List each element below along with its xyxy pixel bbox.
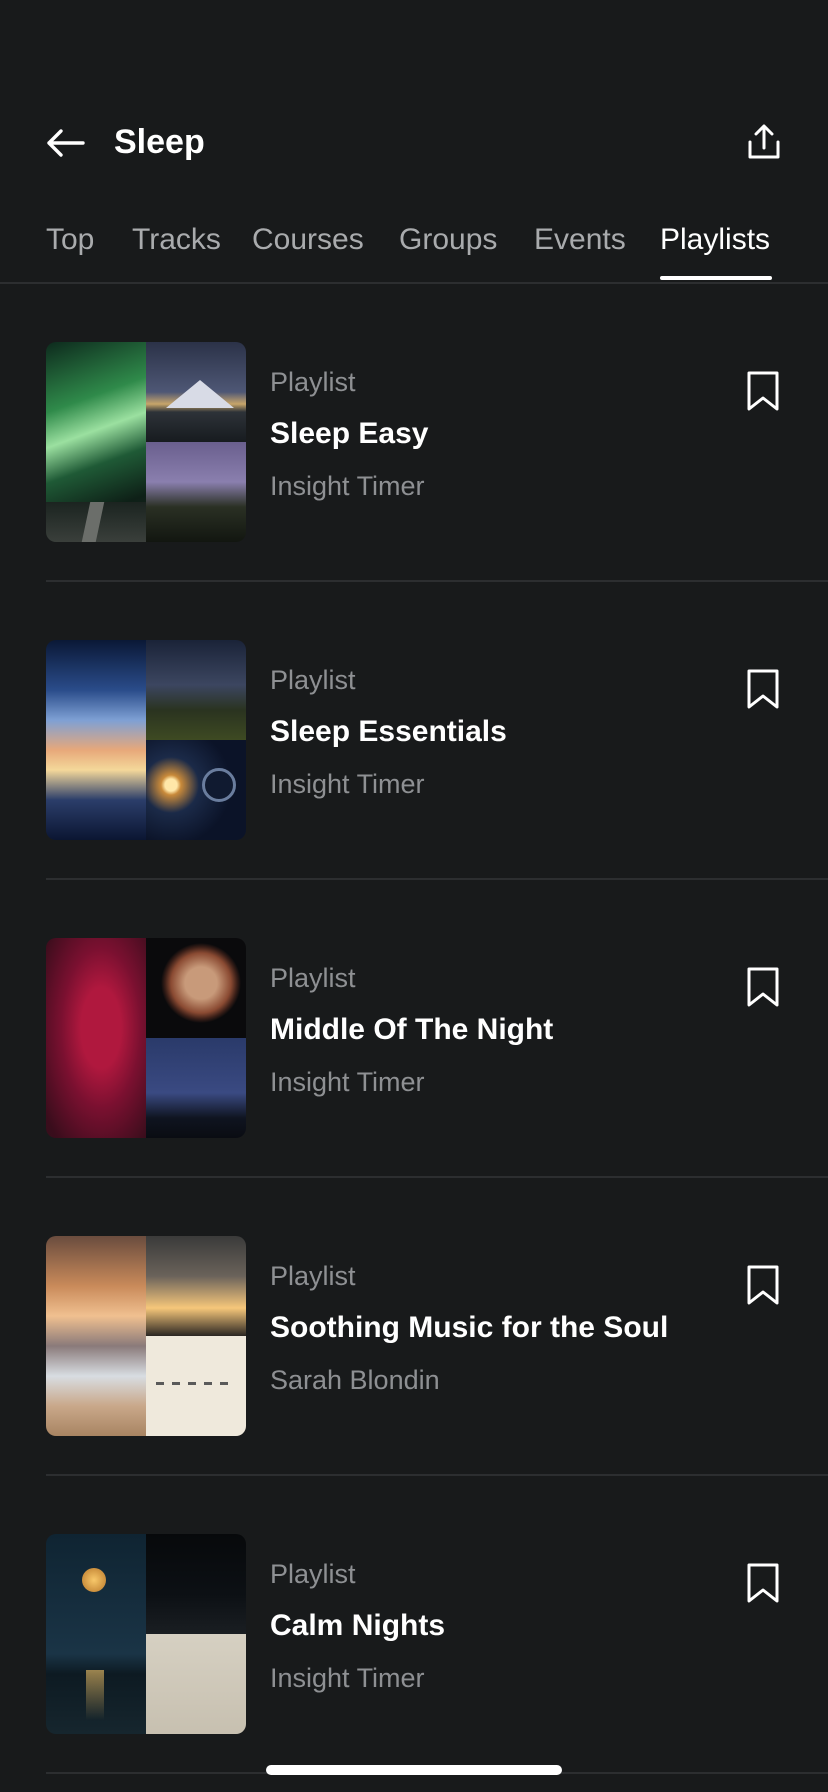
playlist-kind: Playlist: [270, 367, 356, 397]
bookmark-button[interactable]: [740, 964, 786, 1010]
artwork-tile-birds: [146, 1336, 246, 1436]
playlist-author: Sarah Blondin: [270, 1365, 440, 1395]
bookmark-icon: [747, 1265, 779, 1305]
playlist-item-sleep-easy[interactable]: Playlist Sleep Easy Insight Timer: [0, 284, 828, 582]
playlist-title: Sleep Easy: [270, 417, 429, 450]
playlist-artwork: [46, 1534, 246, 1734]
artwork-tile-starry-mountain: [146, 1038, 246, 1138]
playlist-list: Playlist Sleep Easy Insight Timer Playli…: [0, 284, 828, 1774]
playlist-author: Insight Timer: [270, 1663, 425, 1693]
artwork-tile-milky-way: [146, 640, 246, 740]
bookmark-icon: [747, 1563, 779, 1603]
artwork-tile-beach-sunset: [46, 1236, 146, 1436]
playlist-kind: Playlist: [270, 1559, 356, 1589]
artwork-tile-moon-sea: [46, 1534, 146, 1734]
playlist-item-soothing-music-for-the-soul[interactable]: Playlist Soothing Music for the Soul Sar…: [0, 1178, 828, 1476]
playlist-artwork: [46, 342, 246, 542]
bookmark-button[interactable]: [740, 1560, 786, 1606]
artwork-tile-dry-grass: [146, 1634, 246, 1734]
playlist-kind: Playlist: [270, 665, 356, 695]
playlist-title: Soothing Music for the Soul: [270, 1311, 669, 1344]
bookmark-icon: [747, 669, 779, 709]
bookmark-button[interactable]: [740, 368, 786, 414]
playlist-kind: Playlist: [270, 1261, 356, 1291]
playlist-title: Sleep Essentials: [270, 715, 507, 748]
tab-tracks[interactable]: Tracks: [132, 218, 221, 262]
bookmark-icon: [747, 371, 779, 411]
tab-playlists[interactable]: Playlists: [660, 218, 770, 262]
bookmark-button[interactable]: [740, 666, 786, 712]
home-indicator[interactable]: [266, 1765, 562, 1775]
top-bar: Sleep: [0, 0, 828, 200]
playlist-artwork: [46, 1236, 246, 1436]
playlist-artwork: [46, 938, 246, 1138]
page-title: Sleep: [114, 123, 205, 161]
playlist-item-middle-of-the-night[interactable]: Playlist Middle Of The Night Insight Tim…: [0, 880, 828, 1178]
tab-events[interactable]: Events: [534, 218, 626, 262]
share-button[interactable]: [738, 116, 790, 168]
artwork-tile-mountain-lake: [146, 342, 246, 442]
tab-bar: Top Tracks Courses Groups Events Playlis…: [0, 212, 828, 284]
artwork-tile-forest-night: [146, 442, 246, 542]
playlist-author: Insight Timer: [270, 1067, 425, 1097]
playlist-author: Insight Timer: [270, 769, 425, 799]
share-icon: [748, 124, 780, 159]
back-button[interactable]: [40, 118, 90, 168]
tab-courses[interactable]: Courses: [252, 218, 364, 262]
playlist-item-calm-nights[interactable]: Playlist Calm Nights Insight Timer: [0, 1476, 828, 1774]
arrow-left-icon: [47, 129, 85, 157]
playlist-title: Middle Of The Night: [270, 1013, 554, 1046]
artwork-tile-sunset-sky: [46, 640, 146, 840]
active-tab-indicator: [660, 276, 772, 280]
bookmark-icon: [747, 967, 779, 1007]
playlist-author: Insight Timer: [270, 471, 425, 501]
tab-top[interactable]: Top: [46, 218, 94, 262]
artwork-tile-red-leaves: [46, 938, 146, 1138]
artwork-tile-planets: [146, 740, 246, 840]
artwork-tile-aurora: [46, 342, 146, 542]
artwork-tile-moon: [146, 938, 246, 1038]
playlist-title: Calm Nights: [270, 1609, 446, 1642]
artwork-tile-grass-sunset: [146, 1236, 246, 1336]
bookmark-button[interactable]: [740, 1262, 786, 1308]
playlist-item-sleep-essentials[interactable]: Playlist Sleep Essentials Insight Timer: [0, 582, 828, 880]
playlist-kind: Playlist: [270, 963, 356, 993]
playlist-artwork: [46, 640, 246, 840]
artwork-tile-night-city: [146, 1534, 246, 1634]
tab-groups[interactable]: Groups: [399, 218, 497, 262]
